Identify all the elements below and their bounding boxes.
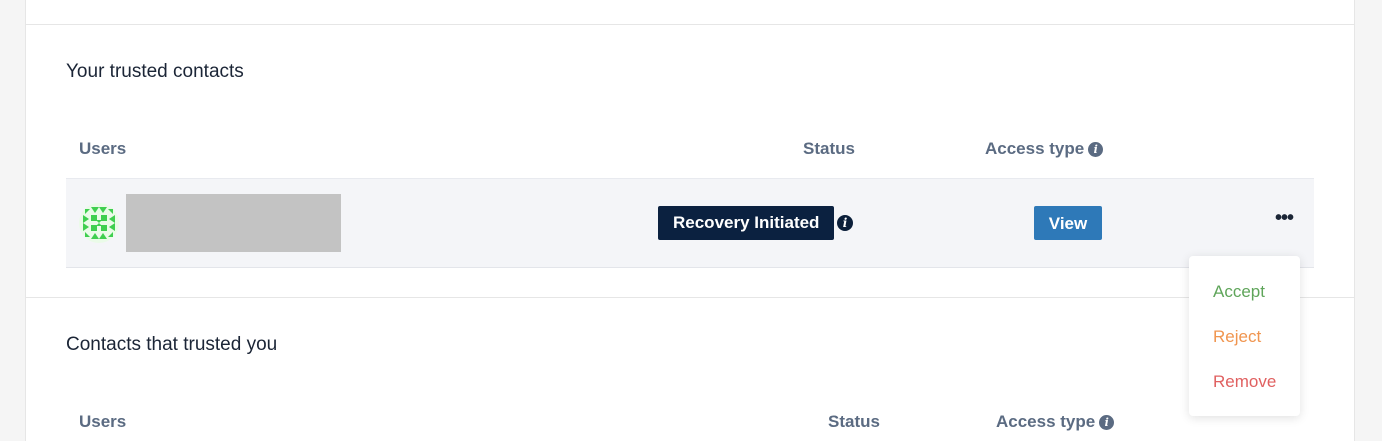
top-divider: [26, 24, 1354, 25]
status-column-header-2: Status: [828, 412, 880, 431]
trusted-contacts-title: Your trusted contacts: [66, 61, 244, 82]
view-access-button[interactable]: View: [1034, 206, 1102, 240]
status-badge: Recovery Initiated: [658, 206, 835, 240]
access-type-label-2: Access type: [996, 412, 1096, 431]
reject-menu-item[interactable]: Reject: [1213, 327, 1261, 347]
contacts-panel: Your trusted contacts Users Status Acces…: [25, 0, 1355, 441]
status-info-icon[interactable]: i: [837, 215, 853, 231]
section-divider: [26, 297, 1354, 298]
info-icon[interactable]: i: [1099, 415, 1115, 430]
row-actions-menu: Accept Reject Remove: [1189, 256, 1300, 416]
ellipsis-icon[interactable]: •••: [1272, 208, 1296, 233]
users-column-header: Users: [79, 139, 127, 158]
remove-menu-item[interactable]: Remove: [1213, 372, 1276, 392]
access-type-column-header-2: Access type i: [996, 412, 1115, 432]
access-type-column-header: Access type i: [985, 139, 1104, 159]
user-name-redacted: [126, 194, 341, 252]
contacts-trusted-you-title: Contacts that trusted you: [66, 334, 278, 355]
status-column-header: Status: [803, 139, 855, 158]
info-icon[interactable]: i: [1088, 142, 1104, 157]
accept-menu-item[interactable]: Accept: [1213, 282, 1265, 302]
users-column-header-2: Users: [79, 412, 127, 431]
access-type-label: Access type: [985, 139, 1085, 158]
avatar: [79, 203, 119, 243]
table-row: Recovery Initiated i View •••: [66, 178, 1314, 268]
